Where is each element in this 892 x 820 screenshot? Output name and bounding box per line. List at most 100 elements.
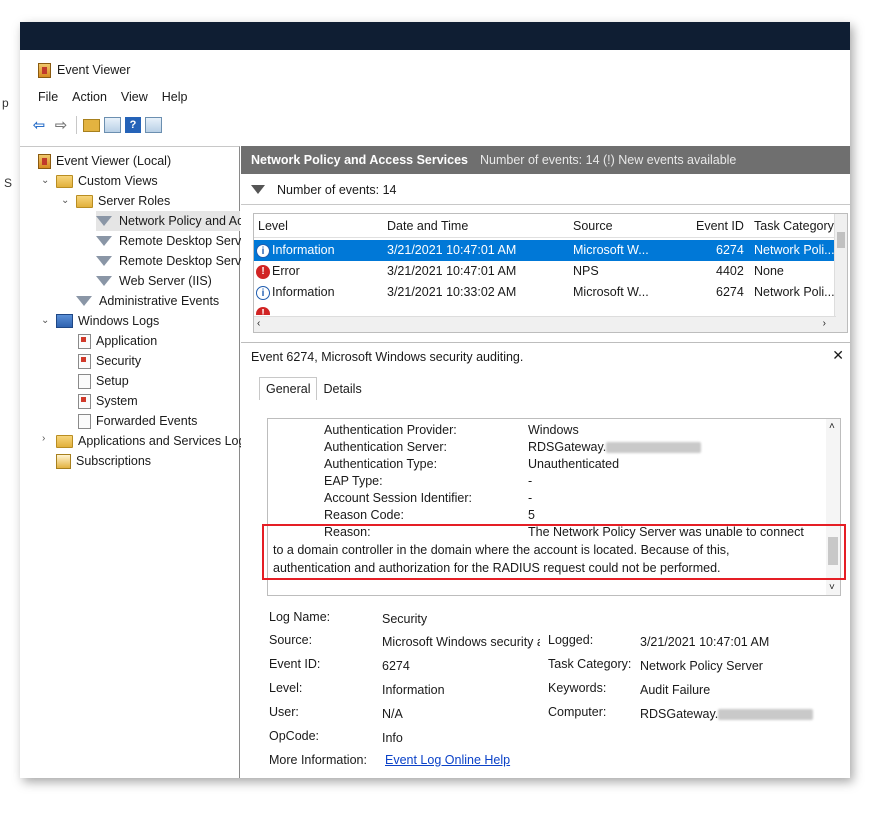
toolbar: ⇦ ⇨ ? [30,114,162,136]
show-hide-console-tree-icon[interactable] [104,117,121,133]
level-cell: i Information [256,285,335,300]
table-vertical-scrollbar[interactable] [834,214,847,332]
chevron-down-icon[interactable]: ˅ [829,582,835,593]
user-label: User: [269,705,299,719]
table-row-partial[interactable]: ! [254,303,836,315]
tree-label: Remote Desktop Serv [119,254,242,268]
menu-action[interactable]: Action [72,90,115,108]
pane-title: Network Policy and Access Services [251,153,469,167]
task-category-value: Network Policy Server [640,659,763,673]
scroll-left-icon[interactable]: ‹ [257,318,260,329]
close-icon[interactable]: ✕ [832,347,844,364]
chevron-right-icon[interactable]: › [42,433,45,444]
chevron-down-icon[interactable]: ⌄ [41,175,49,186]
forward-arrow-icon[interactable]: ⇨ [52,116,70,134]
event-description[interactable]: Authentication Provider: Windows Authent… [267,418,841,596]
description-value: - [528,491,533,505]
column-event-id[interactable]: Event ID [696,219,744,233]
tree-item-subscriptions[interactable]: Subscriptions [56,451,151,471]
information-icon: i [256,285,270,300]
task-category-cell: Network Poli... [754,285,835,299]
log-icon [78,333,91,349]
tree-label: Security [96,354,142,368]
up-folder-icon[interactable] [83,118,100,132]
task-category-cell: None [754,264,784,278]
filter-icon [96,276,112,286]
tree-item-remote-desktop-2[interactable]: Remote Desktop Serv [96,251,241,271]
tab-general[interactable]: General [259,377,318,400]
log-name-value: Security [382,612,428,626]
event-id-cell: 6274 [716,243,744,257]
console-tree: Event Viewer (Local) ⌄ Custom Views ⌄ Se… [20,146,245,778]
tree-item-application[interactable]: Application [78,331,157,351]
chevron-down-icon[interactable]: ⌄ [61,195,69,206]
events-table: Level Date and Time Source Event ID Task… [253,213,848,333]
description-key: Authentication Type: [324,457,438,471]
tree-item-system[interactable]: System [78,391,138,411]
event-id-cell: 6274 [716,285,744,299]
information-icon: i [256,243,270,258]
column-task-category[interactable]: Task Category [754,219,834,233]
help-icon[interactable]: ? [125,117,141,133]
level-text: Information [272,243,335,257]
menu-file[interactable]: File [38,90,66,108]
chevron-up-icon[interactable]: ˄ [829,421,835,432]
show-hide-action-pane-icon[interactable] [145,117,162,133]
scroll-thumb[interactable] [828,537,838,565]
event-log-online-help-link[interactable]: Event Log Online Help [385,753,510,767]
tree-item-security[interactable]: Security [78,351,141,371]
tree-label: Administrative Events [99,294,220,308]
tree-item-event-viewer-local[interactable]: Event Viewer (Local) [38,151,171,171]
tree-item-applications-services[interactable]: Applications and Services Log [56,431,245,451]
column-source[interactable]: Source [573,219,613,233]
tree-item-server-roles[interactable]: Server Roles [76,191,170,211]
tree-item-network-policy[interactable]: Network Policy and Ac [96,211,243,231]
description-scrollbar[interactable]: ˄ ˅ [826,419,840,595]
scroll-thumb[interactable] [837,232,845,248]
more-information-label: More Information: [269,753,367,767]
user-value: N/A [382,707,403,721]
filter-icon [96,256,112,266]
scroll-right-icon[interactable]: › [823,318,826,329]
chevron-down-icon[interactable]: ⌄ [41,315,49,326]
table-row[interactable]: i Information 3/21/2021 10:33:02 AM Micro… [254,282,836,303]
column-date-time[interactable]: Date and Time [387,219,468,233]
tree-item-windows-logs[interactable]: Windows Logs [56,311,159,331]
table-horizontal-scrollbar[interactable]: ‹ › [254,316,836,332]
event-viewer-icon [38,153,51,169]
tree-label: Event Viewer (Local) [56,154,172,168]
tree-item-administrative-events[interactable]: Administrative Events [76,291,219,311]
event-count: Number of events: 14 [277,182,397,197]
description-key: Authentication Server: [324,440,447,454]
event-detail-header: Event 6274, Microsoft Windows security a… [241,342,850,370]
error-icon: ! [256,306,270,315]
tab-details[interactable]: Details [317,378,367,400]
tree-item-web-server-iis[interactable]: Web Server (IIS) [96,271,212,291]
table-row[interactable]: i Information 3/21/2021 10:47:01 AM Micro… [254,240,836,261]
description-value: 5 [528,508,535,522]
tree-item-forwarded-events[interactable]: Forwarded Events [78,411,197,431]
computer-label: Computer: [548,705,607,719]
tree-item-custom-views[interactable]: Custom Views [56,171,158,191]
window-top-bar [20,22,850,50]
event-id-value: 6274 [382,659,410,673]
tree-item-remote-desktop-1[interactable]: Remote Desktop Serv [96,231,241,251]
menu-help[interactable]: Help [162,90,196,108]
column-level[interactable]: Level [258,219,288,233]
opcode-value: Info [382,731,403,745]
back-arrow-icon[interactable]: ⇦ [30,116,48,134]
table-row[interactable]: ! Error 3/21/2021 10:47:01 AM NPS 4402 No… [254,261,836,282]
keywords-value: Audit Failure [640,683,711,697]
source-cell: NPS [573,264,599,278]
tree-item-setup[interactable]: Setup [78,371,129,391]
folder-icon [76,194,93,208]
description-value: Windows [528,423,579,437]
log-icon [78,393,91,409]
menu-view[interactable]: View [121,90,156,108]
table-header: Level Date and Time Source Event ID Task… [254,214,847,238]
logged-value: 3/21/2021 10:47:01 AM [640,635,770,649]
level-cell: i Information [256,243,335,258]
tree-label: Subscriptions [76,454,152,468]
event-id-label: Event ID: [269,657,321,671]
log-icon [78,373,91,389]
